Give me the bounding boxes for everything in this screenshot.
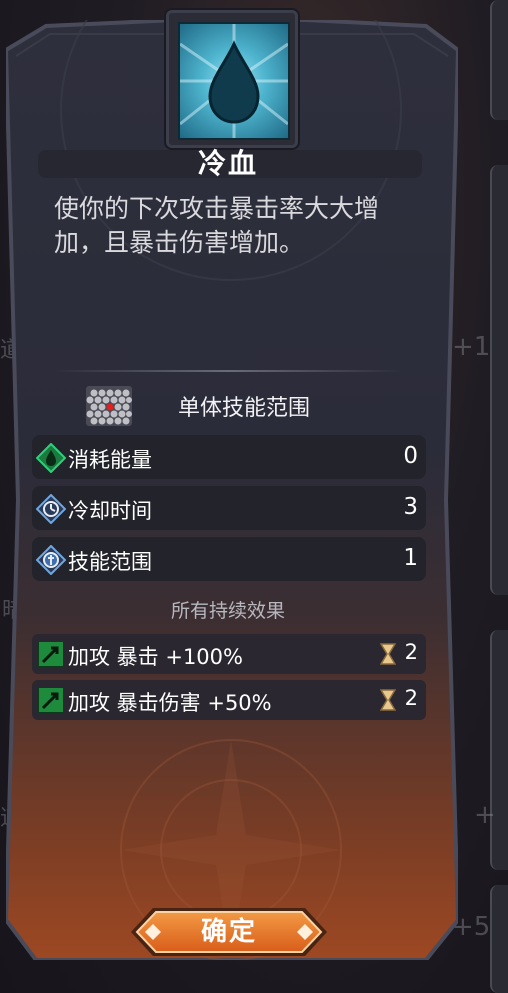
stat-value: 3 xyxy=(403,494,418,520)
stat-value: 0 xyxy=(403,443,418,469)
confirm-button-label: 确定 xyxy=(200,917,257,947)
background-panel-right-3 xyxy=(490,630,508,870)
stat-value: 1 xyxy=(403,545,418,571)
effect-row: 加攻 暴击 +100% 2 xyxy=(32,634,426,674)
confirm-button[interactable]: 确定 xyxy=(131,902,327,962)
effect-label: 加攻 暴击 +100% xyxy=(68,645,243,669)
hourglass-icon xyxy=(380,689,396,711)
attack-up-icon xyxy=(38,687,64,713)
attack-up-icon xyxy=(38,641,64,667)
stat-range: 技能范围 1 xyxy=(32,537,426,581)
effect-turns: 2 xyxy=(404,686,418,710)
skill-range-label: 单体技能范围 xyxy=(178,396,311,421)
skill-icon-frame xyxy=(166,10,298,148)
cooldown-icon xyxy=(36,494,66,524)
skill-title: 冷血 xyxy=(197,147,258,180)
cold-blood-icon xyxy=(178,22,290,140)
background-panel-right-4 xyxy=(490,885,508,993)
effects-section-title: 所有持续效果 xyxy=(170,600,285,622)
hex-range-icon xyxy=(86,386,132,426)
stat-label: 技能范围 xyxy=(68,550,152,574)
background-panel-right-2 xyxy=(490,165,508,595)
skill-description: 使你的下次攻击暴击率大大增加，且暴击伤害增加。 xyxy=(54,194,380,257)
stat-label: 消耗能量 xyxy=(68,448,152,472)
range-icon xyxy=(36,545,66,575)
stat-cooldown: 冷却时间 3 xyxy=(32,486,426,530)
hourglass-icon xyxy=(380,643,396,665)
energy-icon xyxy=(36,443,66,473)
stat-label: 冷却时间 xyxy=(68,499,152,523)
effect-label: 加攻 暴击伤害 +50% xyxy=(68,691,272,715)
background-text-right-1: +1 xyxy=(452,332,491,362)
background-panel-right-1 xyxy=(490,0,508,120)
background-text-right-2: + xyxy=(474,800,496,830)
effect-turns: 2 xyxy=(404,640,418,664)
skill-range-row: 单体技能范围 xyxy=(0,386,456,426)
effect-row: 加攻 暴击伤害 +50% 2 xyxy=(32,680,426,720)
stat-energy-cost: 消耗能量 0 xyxy=(32,435,426,479)
divider xyxy=(52,370,404,372)
